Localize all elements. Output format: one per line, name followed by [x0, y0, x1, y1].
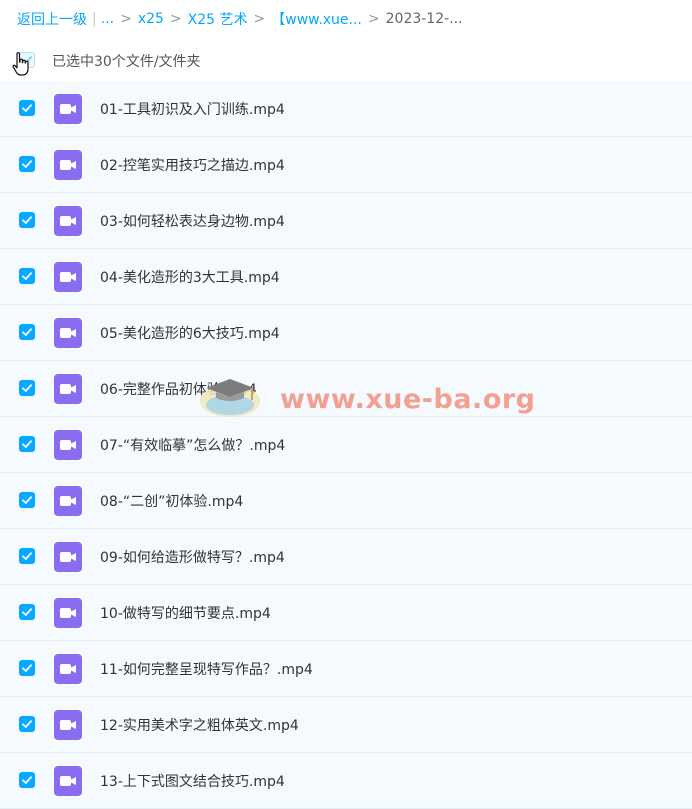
file-row[interactable]: 05-美化造形的6大技巧.mp4	[0, 305, 692, 361]
breadcrumb-separator: >	[367, 11, 380, 27]
checkmark-icon	[22, 328, 32, 336]
back-link[interactable]: 返回上一级	[17, 9, 87, 29]
breadcrumb-separator: >	[120, 11, 132, 27]
file-checkbox[interactable]	[19, 604, 35, 620]
file-name[interactable]: 13-上下式图文结合技巧.mp4	[100, 771, 285, 791]
file-checkbox[interactable]	[19, 492, 35, 508]
breadcrumb-item-x25[interactable]: x25	[138, 11, 164, 27]
file-list: 01-工具初识及入门训练.mp4 02-控笔实用技巧之描边.mp4 03-如何轻松表…	[0, 81, 692, 809]
checkmark-icon	[22, 496, 32, 504]
video-file-icon	[54, 318, 82, 348]
file-row[interactable]: 02-控笔实用技巧之描边.mp4	[0, 137, 692, 193]
video-file-icon	[54, 598, 82, 628]
breadcrumb-pipe: |	[92, 11, 97, 27]
file-row[interactable]: 12-实用美术字之粗体英文.mp4	[0, 697, 692, 753]
breadcrumb-item-current: 2023-12-...	[385, 11, 463, 27]
file-checkbox[interactable]	[19, 324, 35, 340]
file-checkbox[interactable]	[19, 772, 35, 788]
video-file-icon	[54, 206, 82, 236]
file-checkbox[interactable]	[19, 268, 35, 284]
file-name[interactable]: 04-美化造形的3大工具.mp4	[100, 267, 280, 287]
file-row[interactable]: 13-上下式图文结合技巧.mp4	[0, 753, 692, 809]
file-name[interactable]: 08-“二创”初体验.mp4	[100, 491, 243, 511]
checkmark-icon	[22, 608, 32, 616]
file-name[interactable]: 05-美化造形的6大技巧.mp4	[100, 323, 280, 343]
video-file-icon	[54, 374, 82, 404]
checkmark-icon	[22, 552, 32, 560]
breadcrumb-ellipsis[interactable]: ...	[101, 11, 114, 27]
checkmark-icon	[22, 216, 32, 224]
video-file-icon	[54, 262, 82, 292]
file-checkbox[interactable]	[19, 156, 35, 172]
file-checkbox[interactable]	[19, 380, 35, 396]
breadcrumb-item-art[interactable]: X25 艺术	[188, 9, 248, 29]
file-name[interactable]: 06-完整作品初体验.mp4	[100, 379, 257, 399]
hand-cursor-icon	[12, 52, 29, 76]
breadcrumb-separator: >	[169, 11, 182, 27]
file-checkbox[interactable]	[19, 100, 35, 116]
file-row[interactable]: 04-美化造形的3大工具.mp4	[0, 249, 692, 305]
checkmark-icon	[22, 384, 32, 392]
breadcrumb-separator: >	[253, 11, 266, 27]
checkmark-icon	[22, 720, 32, 728]
video-file-icon	[54, 486, 82, 516]
file-row[interactable]: 09-如何给造形做特写？.mp4	[0, 529, 692, 585]
file-row[interactable]: 01-工具初识及入门训练.mp4	[0, 81, 692, 137]
file-checkbox[interactable]	[19, 436, 35, 452]
checkmark-icon	[22, 272, 32, 280]
breadcrumb: 返回上一级 | ... > x25 > X25 艺术 > 【www.xue...…	[0, 0, 692, 38]
file-row[interactable]: 06-完整作品初体验.mp4	[0, 361, 692, 417]
video-file-icon	[54, 150, 82, 180]
breadcrumb-item-site[interactable]: 【www.xue...	[271, 9, 362, 29]
video-file-icon	[54, 542, 82, 572]
file-row[interactable]: 03-如何轻松表达身边物.mp4	[0, 193, 692, 249]
selection-count-label: 已选中30个文件/文件夹	[52, 54, 201, 70]
checkmark-icon	[22, 104, 32, 112]
file-name[interactable]: 09-如何给造形做特写？.mp4	[100, 547, 285, 567]
file-row[interactable]: 11-如何完整呈现特写作品？.mp4	[0, 641, 692, 697]
file-checkbox[interactable]	[19, 212, 35, 228]
selection-bar: 已选中30个文件/文件夹	[0, 40, 692, 80]
file-name[interactable]: 02-控笔实用技巧之描边.mp4	[100, 155, 285, 175]
file-name[interactable]: 03-如何轻松表达身边物.mp4	[100, 211, 285, 231]
file-checkbox[interactable]	[19, 660, 35, 676]
file-checkbox[interactable]	[19, 716, 35, 732]
video-file-icon	[54, 710, 82, 740]
file-name[interactable]: 12-实用美术字之粗体英文.mp4	[100, 715, 299, 735]
checkmark-icon	[22, 664, 32, 672]
file-row[interactable]: 08-“二创”初体验.mp4	[0, 473, 692, 529]
file-name[interactable]: 01-工具初识及入门训练.mp4	[100, 99, 285, 119]
file-row[interactable]: 10-做特写的细节要点.mp4	[0, 585, 692, 641]
checkmark-icon	[22, 440, 32, 448]
file-name[interactable]: 10-做特写的细节要点.mp4	[100, 603, 271, 623]
video-file-icon	[54, 654, 82, 684]
file-name[interactable]: 07-“有效临摹”怎么做？.mp4	[100, 435, 285, 455]
file-row[interactable]: 07-“有效临摹”怎么做？.mp4	[0, 417, 692, 473]
video-file-icon	[54, 94, 82, 124]
video-file-icon	[54, 766, 82, 796]
file-checkbox[interactable]	[19, 548, 35, 564]
file-name[interactable]: 11-如何完整呈现特写作品？.mp4	[100, 659, 313, 679]
video-file-icon	[54, 430, 82, 460]
checkmark-icon	[22, 160, 32, 168]
checkmark-icon	[22, 776, 32, 784]
